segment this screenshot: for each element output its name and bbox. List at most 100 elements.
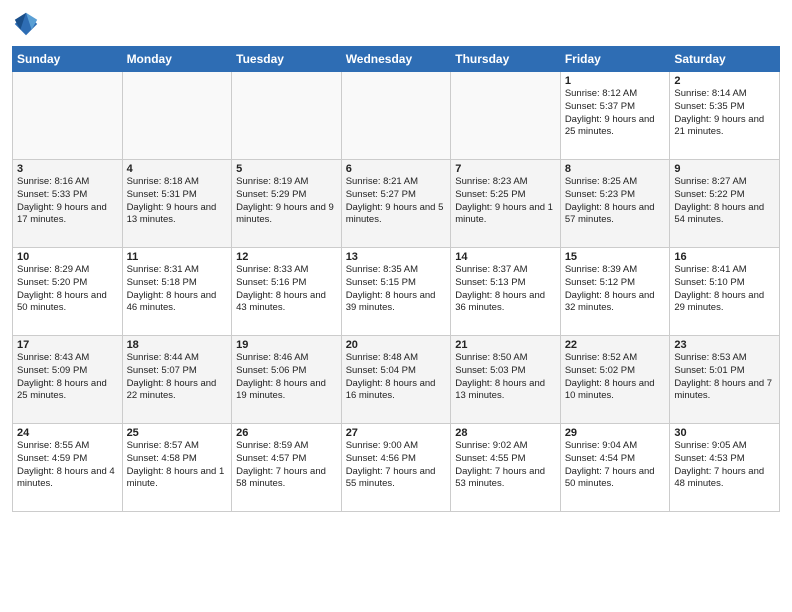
day-info-line: Sunrise: 8:41 AM: [674, 264, 775, 277]
day-info-line: Sunset: 5:22 PM: [674, 189, 775, 202]
day-info-line: Daylight: 8 hours and 22 minutes.: [127, 378, 228, 404]
day-info-line: Sunset: 4:58 PM: [127, 453, 228, 466]
day-info-line: Sunset: 5:23 PM: [565, 189, 666, 202]
day-number: 5: [236, 163, 337, 175]
calendar-cell: 10Sunrise: 8:29 AMSunset: 5:20 PMDayligh…: [13, 248, 123, 336]
day-info-line: Sunrise: 8:52 AM: [565, 352, 666, 365]
day-info-line: Sunrise: 8:37 AM: [455, 264, 556, 277]
calendar-week-row: 3Sunrise: 8:16 AMSunset: 5:33 PMDaylight…: [13, 160, 780, 248]
day-info-line: Sunrise: 8:29 AM: [17, 264, 118, 277]
day-info-line: Sunrise: 8:16 AM: [17, 176, 118, 189]
day-info-line: Sunrise: 9:05 AM: [674, 440, 775, 453]
day-number: 13: [346, 251, 447, 263]
day-number: 24: [17, 427, 118, 439]
day-info-line: Sunset: 5:33 PM: [17, 189, 118, 202]
day-number: 21: [455, 339, 556, 351]
day-number: 10: [17, 251, 118, 263]
day-info-line: Daylight: 9 hours and 5 minutes.: [346, 202, 447, 228]
day-info-line: Sunset: 4:59 PM: [17, 453, 118, 466]
calendar-cell: 27Sunrise: 9:00 AMSunset: 4:56 PMDayligh…: [341, 424, 451, 512]
calendar-cell: 4Sunrise: 8:18 AMSunset: 5:31 PMDaylight…: [122, 160, 232, 248]
calendar-week-row: 1Sunrise: 8:12 AMSunset: 5:37 PM Daylight…: [13, 72, 780, 160]
day-info-line: Daylight: 8 hours and 13 minutes.: [455, 378, 556, 404]
calendar-cell: 7Sunrise: 8:23 AMSunset: 5:25 PMDaylight…: [451, 160, 561, 248]
day-info-line: Sunrise: 8:19 AM: [236, 176, 337, 189]
calendar-cell: 23Sunrise: 8:53 AMSunset: 5:01 PMDayligh…: [670, 336, 780, 424]
day-info-line: Sunset: 4:54 PM: [565, 453, 666, 466]
weekday-header: Saturday: [670, 47, 780, 72]
calendar-cell: 20Sunrise: 8:48 AMSunset: 5:04 PMDayligh…: [341, 336, 451, 424]
day-info-line: Daylight: 8 hours and 54 minutes.: [674, 202, 775, 228]
day-number: 2: [674, 75, 775, 87]
calendar-cell: [122, 72, 232, 160]
calendar-cell: 13Sunrise: 8:35 AMSunset: 5:15 PMDayligh…: [341, 248, 451, 336]
day-info-line: Daylight: 7 hours and 58 minutes.: [236, 466, 337, 492]
day-info-line: Sunset: 5:20 PM: [17, 277, 118, 290]
day-info-line: Sunset: 4:57 PM: [236, 453, 337, 466]
day-info-line: Daylight: 9 hours and 1 minute.: [455, 202, 556, 228]
day-info-line: Daylight: 7 hours and 48 minutes.: [674, 466, 775, 492]
day-info-line: Daylight: 8 hours and 32 minutes.: [565, 290, 666, 316]
day-info-line: Daylight: 8 hours and 1 minute.: [127, 466, 228, 492]
day-info-line: Sunset: 5:04 PM: [346, 365, 447, 378]
weekday-header: Friday: [560, 47, 670, 72]
calendar-cell: 12Sunrise: 8:33 AMSunset: 5:16 PMDayligh…: [232, 248, 342, 336]
day-info-line: Sunset: 5:03 PM: [455, 365, 556, 378]
weekday-header: Wednesday: [341, 47, 451, 72]
day-info-line: Sunset: 4:56 PM: [346, 453, 447, 466]
day-info-line: Sunrise: 8:14 AM: [674, 88, 775, 101]
day-number: 26: [236, 427, 337, 439]
day-info-line: Daylight: 8 hours and 19 minutes.: [236, 378, 337, 404]
day-info-line: Sunset: 4:53 PM: [674, 453, 775, 466]
day-info-line: Sunset: 5:31 PM: [127, 189, 228, 202]
day-info-line: Daylight: 9 hours and 21 minutes.: [674, 114, 775, 140]
day-number: 28: [455, 427, 556, 439]
day-info-line: Sunset: 4:55 PM: [455, 453, 556, 466]
calendar-cell: 28Sunrise: 9:02 AMSunset: 4:55 PMDayligh…: [451, 424, 561, 512]
calendar-cell: 16Sunrise: 8:41 AMSunset: 5:10 PMDayligh…: [670, 248, 780, 336]
day-info-line: Sunrise: 9:02 AM: [455, 440, 556, 453]
header: [12, 10, 780, 38]
weekday-header: Tuesday: [232, 47, 342, 72]
day-info-line: Daylight: 8 hours and 57 minutes.: [565, 202, 666, 228]
day-number: 25: [127, 427, 228, 439]
day-info-line: Daylight: 7 hours and 50 minutes.: [565, 466, 666, 492]
calendar-cell: [341, 72, 451, 160]
calendar-cell: 9Sunrise: 8:27 AMSunset: 5:22 PMDaylight…: [670, 160, 780, 248]
calendar-cell: 3Sunrise: 8:16 AMSunset: 5:33 PMDaylight…: [13, 160, 123, 248]
calendar-cell: 22Sunrise: 8:52 AMSunset: 5:02 PMDayligh…: [560, 336, 670, 424]
day-info-line: Daylight: 8 hours and 39 minutes.: [346, 290, 447, 316]
day-info-line: Daylight: 7 hours and 53 minutes.: [455, 466, 556, 492]
weekday-header-row: SundayMondayTuesdayWednesdayThursdayFrid…: [13, 47, 780, 72]
day-number: 15: [565, 251, 666, 263]
day-info-line: Daylight: 8 hours and 46 minutes.: [127, 290, 228, 316]
day-number: 14: [455, 251, 556, 263]
day-number: 1: [565, 75, 666, 87]
calendar-cell: 21Sunrise: 8:50 AMSunset: 5:03 PMDayligh…: [451, 336, 561, 424]
day-info-line: Sunrise: 8:12 AM: [565, 88, 666, 101]
day-info-line: Sunset: 5:09 PM: [17, 365, 118, 378]
day-number: 20: [346, 339, 447, 351]
calendar-cell: 14Sunrise: 8:37 AMSunset: 5:13 PMDayligh…: [451, 248, 561, 336]
day-info-line: Sunrise: 8:39 AM: [565, 264, 666, 277]
day-number: 30: [674, 427, 775, 439]
day-info-line: Sunrise: 8:59 AM: [236, 440, 337, 453]
day-number: 19: [236, 339, 337, 351]
calendar-cell: 1Sunrise: 8:12 AMSunset: 5:37 PMDaylight…: [560, 72, 670, 160]
day-info-line: Sunset: 5:16 PM: [236, 277, 337, 290]
day-number: 12: [236, 251, 337, 263]
calendar-cell: 15Sunrise: 8:39 AMSunset: 5:12 PMDayligh…: [560, 248, 670, 336]
calendar-cell: 26Sunrise: 8:59 AMSunset: 4:57 PMDayligh…: [232, 424, 342, 512]
calendar-cell: 11Sunrise: 8:31 AMSunset: 5:18 PMDayligh…: [122, 248, 232, 336]
day-info-line: Sunset: 5:37 PM: [565, 101, 666, 114]
weekday-header: Sunday: [13, 47, 123, 72]
page-container: SundayMondayTuesdayWednesdayThursdayFrid…: [0, 0, 792, 522]
day-info-line: Sunrise: 8:21 AM: [346, 176, 447, 189]
calendar-cell: [451, 72, 561, 160]
day-number: 29: [565, 427, 666, 439]
day-info-line: Sunset: 5:27 PM: [346, 189, 447, 202]
day-info-line: Sunset: 5:35 PM: [674, 101, 775, 114]
day-info-line: Sunrise: 8:55 AM: [17, 440, 118, 453]
day-info-line: Sunset: 5:06 PM: [236, 365, 337, 378]
day-info-line: Sunset: 5:01 PM: [674, 365, 775, 378]
